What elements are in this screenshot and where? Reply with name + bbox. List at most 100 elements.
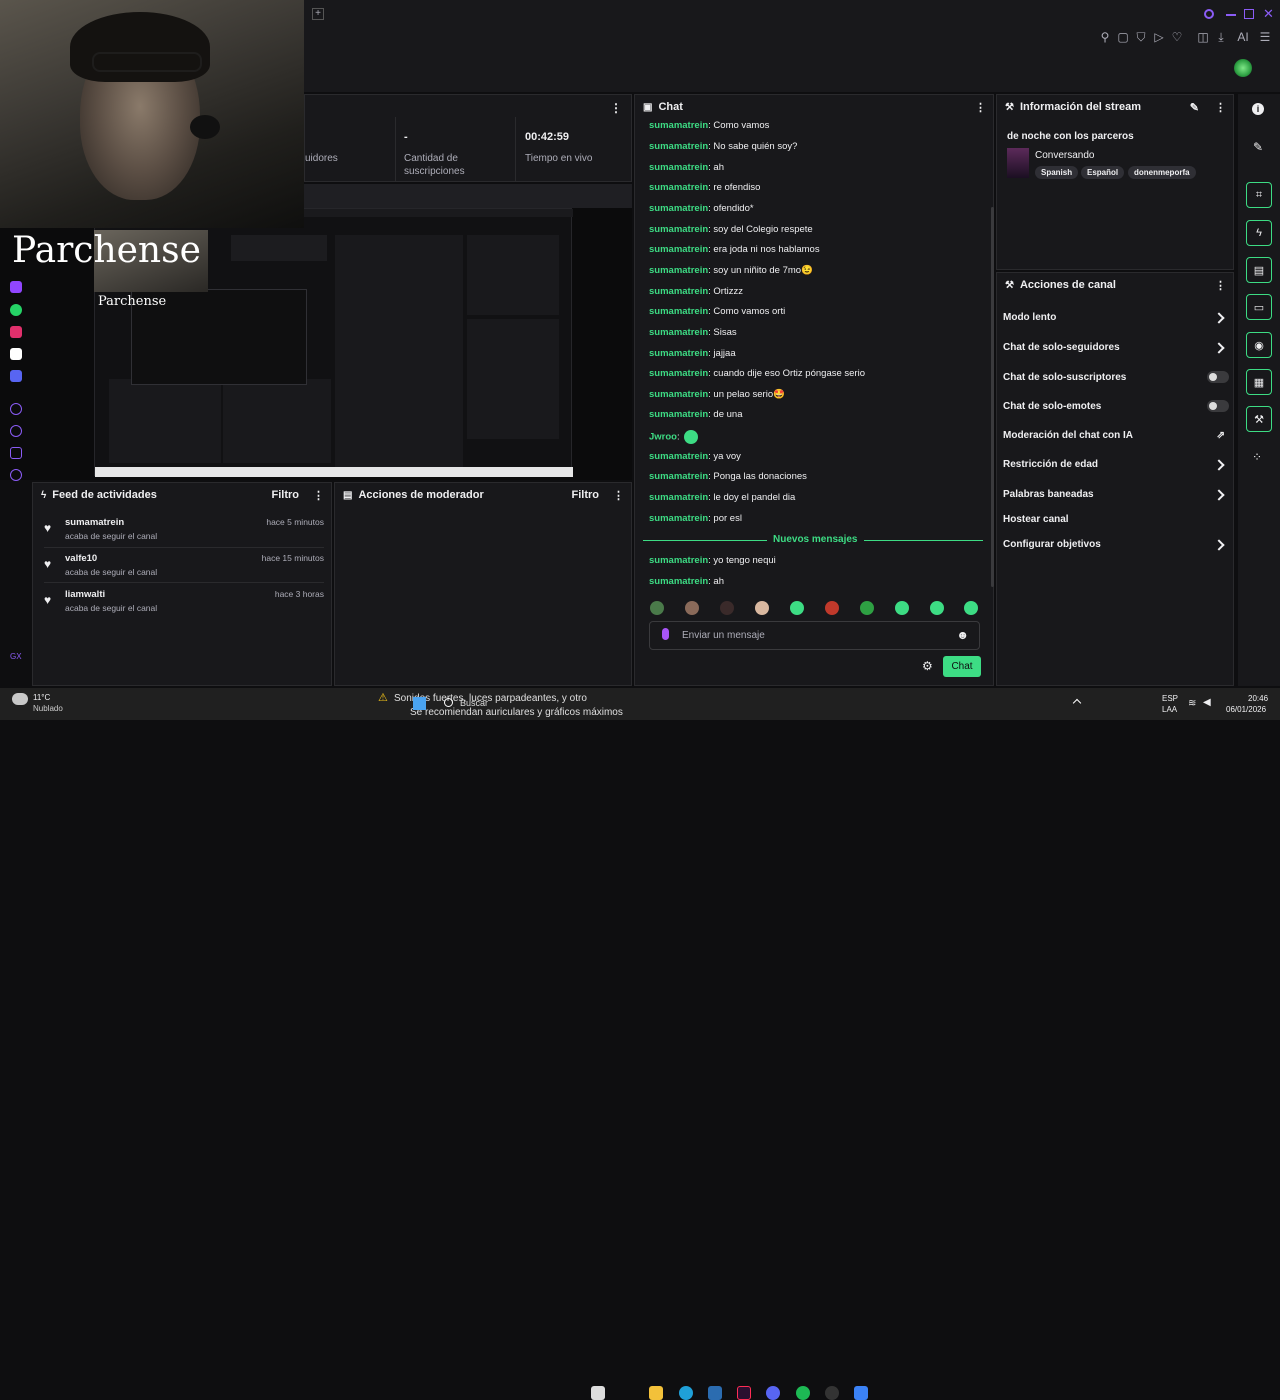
chat-username[interactable]: sumamatrein (649, 141, 708, 152)
chat-bubble-icon[interactable]: ▭ (1246, 294, 1272, 320)
tag[interactable]: Español (1081, 166, 1125, 179)
chevron-right-icon[interactable] (1213, 458, 1225, 471)
broadcast-icon[interactable]: ◉ (1246, 332, 1272, 358)
menu-icon[interactable]: ☰ (1258, 30, 1272, 44)
chat-username[interactable]: sumamatrein (649, 471, 708, 482)
settings-icon[interactable] (10, 469, 22, 481)
avatar[interactable] (1234, 59, 1252, 77)
search-icon[interactable] (1204, 9, 1214, 19)
emote-icon[interactable] (650, 601, 664, 615)
chat-input-field[interactable]: Enviar un mensaje ☻ (649, 621, 980, 650)
channel-action-row[interactable]: Moderación del chat con IA ⇗ (1003, 430, 1229, 441)
chat-username[interactable]: sumamatrein (649, 182, 708, 193)
new-tab-button[interactable]: + (312, 8, 324, 20)
close-button[interactable]: ✕ (1263, 6, 1274, 22)
chat-username[interactable]: sumamatrein (649, 203, 708, 214)
channel-action-row[interactable]: Restricción de edad (1003, 458, 1229, 471)
ai-icon[interactable]: AI (1234, 30, 1252, 44)
chat-username[interactable]: sumamatrein (649, 368, 708, 379)
mic-icon[interactable] (662, 628, 669, 640)
chevron-right-icon[interactable] (1213, 341, 1225, 354)
channel-action-row[interactable]: Hostear canal (1003, 514, 1229, 525)
history-icon[interactable] (10, 403, 22, 415)
taskbar-search-icon[interactable] (444, 698, 453, 707)
emote-icon[interactable] (860, 601, 874, 615)
edit-icon[interactable]: ✎ (1190, 101, 1199, 114)
camera-icon[interactable]: ◫ (1196, 30, 1210, 44)
emote-icon[interactable] (964, 601, 978, 615)
bolt-icon[interactable]: ϟ (1246, 220, 1272, 246)
lang-label[interactable]: ESP (1162, 694, 1178, 703)
channel-action-row[interactable]: Modo lento (1003, 311, 1229, 324)
chat-username[interactable]: sumamatrein (649, 492, 708, 503)
emoji-icon[interactable]: ☻ (956, 628, 969, 642)
chat-username[interactable]: sumamatrein (649, 306, 708, 317)
channel-action-row[interactable]: Configurar objetivos (1003, 538, 1229, 551)
wifi-icon[interactable]: ≋ (1188, 698, 1196, 709)
clock-icon[interactable] (10, 425, 22, 437)
chat-username[interactable]: sumamatrein (649, 224, 708, 235)
taskbar-search[interactable]: Buscar (460, 698, 488, 708)
chat-username[interactable]: sumamatrein (649, 244, 708, 255)
chat-username[interactable]: sumamatrein (649, 286, 708, 297)
heart-icon[interactable]: ♡ (1170, 30, 1184, 44)
windows-start-icon[interactable] (413, 697, 426, 710)
chat-username[interactable]: sumamatrein (649, 162, 708, 173)
mod-filter-button[interactable]: Filtro (572, 489, 600, 501)
weather-icon[interactable] (12, 693, 28, 705)
emote-icon[interactable] (685, 601, 699, 615)
chat-username[interactable]: Jwroo (649, 432, 677, 443)
discord-app-icon[interactable] (766, 1386, 780, 1400)
shield-icon[interactable]: ⛉ (1134, 30, 1148, 44)
feed-filter-button[interactable]: Filtro (272, 489, 300, 501)
chat-username[interactable]: sumamatrein (649, 451, 708, 462)
crop-icon[interactable]: ▢ (1116, 30, 1130, 44)
info-more-icon[interactable]: ⋮ (1215, 101, 1226, 114)
chevron-right-icon[interactable] (1213, 538, 1225, 551)
share-icon[interactable]: ⁘ (1252, 450, 1262, 464)
emote-icon[interactable] (895, 601, 909, 615)
document-icon[interactable]: ▤ (1246, 257, 1272, 283)
chat-username[interactable]: sumamatrein (649, 513, 708, 524)
obs-icon[interactable] (825, 1386, 839, 1400)
chat-more-icon[interactable]: ⋮ (975, 101, 986, 114)
chat-username[interactable]: sumamatrein (649, 348, 708, 359)
chat-username[interactable]: sumamatrein (649, 265, 708, 276)
folder-icon[interactable] (649, 1386, 663, 1400)
feed-more-icon[interactable]: ⋮ (313, 489, 324, 502)
play-icon[interactable]: ▷ (1152, 30, 1166, 44)
chat-username[interactable]: sumamatrein (649, 327, 708, 338)
download-icon[interactable]: ⤓ (1214, 30, 1228, 44)
clip-icon[interactable]: ⌗ (1246, 182, 1272, 208)
chat-scrollbar[interactable] (991, 207, 994, 587)
emote-icon[interactable] (755, 601, 769, 615)
channel-action-row[interactable]: Chat de solo-emotes (1003, 400, 1229, 412)
channel-action-row[interactable]: Chat de solo-seguidores (1003, 341, 1229, 354)
chat-username[interactable]: sumamatrein (649, 555, 708, 566)
emote-icon[interactable] (825, 601, 839, 615)
emote-icon[interactable] (790, 601, 804, 615)
chat-username[interactable]: sumamatrein (649, 576, 708, 587)
volume-icon[interactable]: ◀ (1203, 697, 1211, 708)
edge-icon[interactable] (679, 1386, 693, 1400)
chat-send-button[interactable]: Chat (943, 656, 981, 677)
cube-icon[interactable] (10, 447, 22, 459)
pencil-icon[interactable]: ✎ (1253, 140, 1263, 154)
minimize-button[interactable] (1226, 14, 1236, 16)
app-icon[interactable] (737, 1386, 751, 1400)
chat-username[interactable]: sumamatrein (649, 409, 708, 420)
channel-action-row[interactable]: Palabras baneadas (1003, 488, 1229, 501)
emote-icon[interactable] (720, 601, 734, 615)
info-icon[interactable]: i (1252, 103, 1264, 115)
tiktok-icon[interactable] (10, 348, 22, 360)
layout-icon[interactable]: ▦ (1246, 369, 1272, 395)
stream-preview[interactable]: Parchense (0, 184, 632, 480)
twitch-icon[interactable] (10, 281, 22, 293)
whatsapp-icon[interactable] (10, 304, 22, 316)
store-icon[interactable] (708, 1386, 722, 1400)
instagram-icon[interactable] (10, 326, 22, 338)
external-link-icon[interactable]: ⇗ (1217, 430, 1225, 441)
clock-date[interactable]: 06/01/2026 (1226, 705, 1266, 714)
app-icon[interactable] (854, 1386, 868, 1400)
lang-label-2[interactable]: LAA (1162, 705, 1177, 714)
